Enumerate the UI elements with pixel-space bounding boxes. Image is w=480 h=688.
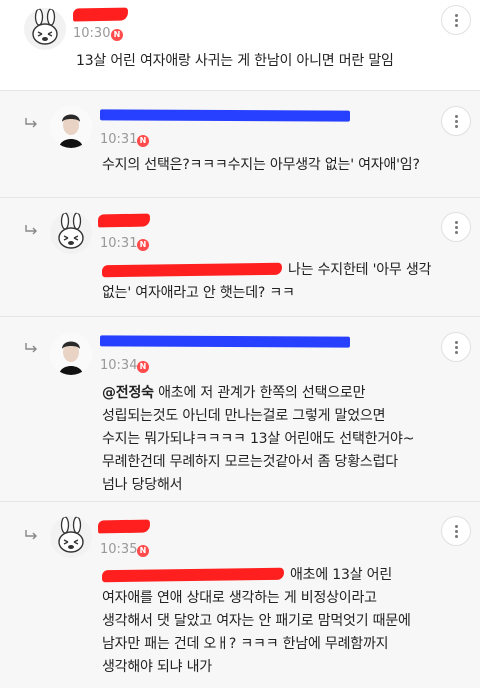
comment-text-line: 나는 수지한테 '아무 생각 (288, 262, 432, 278)
comment-time: 10:30 (73, 26, 111, 41)
comment-text-line: 애초에 저 관계가 한쪽의 선택으로만 (153, 385, 366, 401)
more-options-button[interactable] (441, 106, 471, 136)
comment-text: 나는 수지한테 '아무 생각 없는' 여자애라고 안 햇는데? ㅋㅋ (101, 259, 472, 305)
comment-time: 10:34 (100, 358, 138, 373)
author-name-redacted (72, 7, 129, 22)
author-name-redacted (99, 335, 351, 348)
comment-text-line: 애초에 13살 어린 (290, 567, 392, 583)
comment-time: 10:31 (100, 132, 138, 147)
new-badge: N (137, 361, 149, 373)
more-options-button[interactable] (441, 516, 471, 546)
reply-arrow-icon (25, 343, 37, 353)
mention-link[interactable]: @전정숙 (102, 385, 154, 401)
author-name-redacted (97, 519, 151, 534)
comment-text: 수지의 선택은?ㅋㅋㅋ수지는 아무생각 없는' 여자애'임? (102, 157, 420, 173)
comment-text-rest: 여자애를 연애 상대로 생각하는 게 비정상이라고 생각해서 댓 달았고 여자는… (102, 590, 411, 675)
author-name-redacted (97, 213, 151, 228)
reply-arrow-icon (25, 225, 37, 235)
new-badge: N (137, 135, 149, 147)
mention-redacted (101, 567, 285, 583)
more-options-button[interactable] (441, 212, 471, 242)
new-badge: N (137, 545, 149, 557)
more-options-button[interactable] (441, 5, 471, 35)
comment-text: 13살 어린 여자애랑 사귀는 게 한남이 아니면 머란 말임 (76, 53, 394, 69)
crying-rabbit-avatar[interactable] (50, 212, 92, 254)
person-photo-avatar[interactable] (50, 106, 92, 148)
comment-text: @전정숙 애초에 저 관계가 한쪽의 선택으로만 성립되는것도 아닌데 만나는걸… (102, 382, 472, 497)
author-name-redacted (99, 109, 351, 122)
new-badge: N (111, 29, 123, 41)
comment-text-rest: 성립되는것도 아닌데 만나는걸로 그렇게 말었으면 수지는 뭐가되냐ㅋㅋㅋㅋ 1… (102, 408, 415, 493)
comment-text: 애초에 13살 어린 여자애를 연애 상대로 생각하는 게 비정상이라고 생각해… (101, 564, 472, 679)
mention-redacted (101, 262, 283, 278)
crying-rabbit-avatar[interactable] (24, 8, 66, 50)
comment-time: 10:31 (100, 236, 138, 251)
person-photo-avatar[interactable] (50, 333, 92, 375)
reply-arrow-icon (25, 118, 37, 128)
crying-rabbit-avatar[interactable] (50, 516, 92, 558)
comment-time: 10:35 (100, 542, 138, 557)
comment-text-rest: 없는' 여자애라고 안 햇는데? ㅋㅋ (102, 285, 295, 301)
more-options-button[interactable] (441, 332, 471, 362)
reply-arrow-icon (25, 530, 37, 540)
new-badge: N (137, 239, 149, 251)
